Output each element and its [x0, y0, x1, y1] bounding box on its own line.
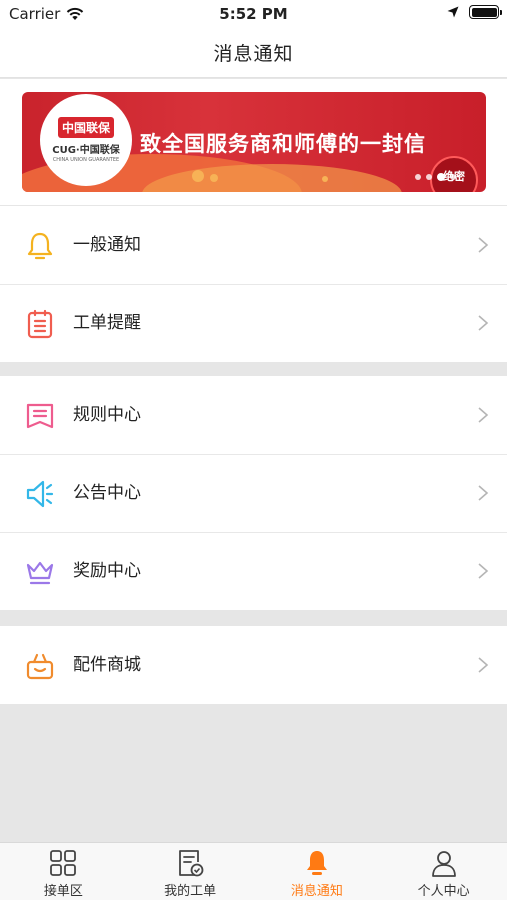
tab-personal-center[interactable]: 个人中心 [380, 843, 507, 900]
menu-item-work-order-reminder[interactable]: 工单提醒 [0, 284, 507, 362]
menu-item-announcement-center[interactable]: 公告中心 [0, 454, 507, 532]
menu-group-notifications: 一般通知 工单提醒 [0, 206, 507, 362]
status-right [447, 5, 502, 19]
status-bar: Carrier 5:52 PM [0, 0, 507, 28]
menu-group-centers: 规则中心 公告中心 奖励中心 [0, 376, 507, 610]
tab-bar: 接单区 我的工单 消息通知 个人中心 [0, 842, 507, 900]
banner-pager [415, 173, 456, 181]
status-time: 5:52 PM [219, 5, 288, 23]
menu-item-label: 奖励中心 [73, 561, 141, 581]
banner-section: 中国联保 CUG·中国联保 CHINA UNION GUARANTEE 致全国服… [0, 79, 507, 205]
battery-icon [469, 5, 502, 19]
location-arrow-icon [447, 6, 459, 18]
cug-logo: 中国联保 CUG·中国联保 CHINA UNION GUARANTEE [40, 94, 132, 186]
chevron-right-icon [478, 485, 489, 501]
menu-group-shop: 配件商城 [0, 626, 507, 704]
tab-order-area[interactable]: 接单区 [0, 843, 127, 900]
menu-item-rules-center[interactable]: 规则中心 [0, 376, 507, 454]
rules-bookmark-icon [26, 403, 54, 429]
logo-badge: 中国联保 [57, 117, 114, 138]
bell-icon [306, 851, 327, 875]
menu-item-parts-mall[interactable]: 配件商城 [0, 626, 507, 704]
menu-item-label: 规则中心 [73, 405, 141, 425]
chevron-right-icon [478, 657, 489, 673]
tab-label: 消息通知 [290, 884, 343, 899]
menu-item-label: 工单提醒 [73, 313, 141, 333]
clipboard-icon [27, 309, 53, 339]
tab-label: 我的工单 [164, 884, 217, 899]
chevron-right-icon [478, 407, 489, 423]
bell-icon [27, 232, 53, 260]
grid-icon [50, 850, 77, 876]
shopping-basket-icon [26, 653, 54, 680]
tab-label: 接单区 [43, 884, 83, 899]
logo-subtitle: CHINA UNION GUARANTEE [52, 157, 120, 163]
banner-headline: 致全国服务商和师傅的一封信 [140, 132, 426, 156]
chevron-right-icon [478, 563, 489, 579]
person-icon [431, 851, 456, 877]
logo-name: CUG·中国联保 [52, 145, 120, 156]
promo-banner[interactable]: 中国联保 CUG·中国联保 CHINA UNION GUARANTEE 致全国服… [22, 92, 486, 192]
tab-messages[interactable]: 消息通知 [254, 843, 381, 900]
menu-item-reward-center[interactable]: 奖励中心 [0, 532, 507, 610]
menu-item-label: 一般通知 [73, 235, 141, 255]
chevron-right-icon [478, 237, 489, 253]
menu-item-label: 配件商城 [73, 655, 141, 675]
order-check-icon [179, 850, 204, 877]
crown-icon [26, 561, 54, 585]
nav-bar: 消息通知 [0, 28, 507, 78]
speaker-icon [26, 480, 54, 508]
tab-label: 个人中心 [417, 884, 470, 899]
menu-item-general-notice[interactable]: 一般通知 [0, 206, 507, 284]
menu-item-label: 公告中心 [73, 483, 141, 503]
tab-my-orders[interactable]: 我的工单 [127, 843, 254, 900]
page-title: 消息通知 [213, 43, 294, 65]
chevron-right-icon [478, 315, 489, 331]
